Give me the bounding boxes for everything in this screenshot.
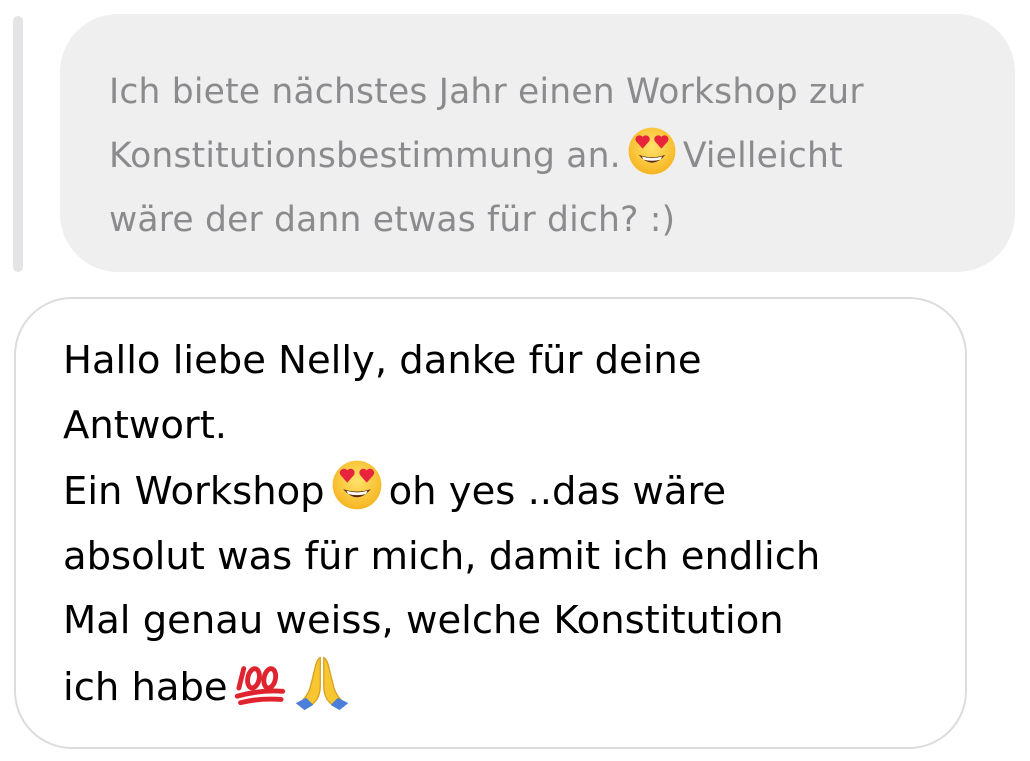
quoted-line-3: wäre der dann etwas für dich? :) — [109, 200, 676, 240]
quoted-message-bubble[interactable]: Ich biete nächstes Jahr einen Workshop z… — [60, 14, 1015, 272]
reply-paragraph-2: Ein Workshop oh yes ..das wäre absolut wa… — [63, 459, 935, 720]
reply-message-bubble[interactable]: Hallo liebe Nelly, danke für deine Antwo… — [14, 297, 967, 749]
quoted-line-2-start: Konstitutionsbestimmung an. — [109, 136, 621, 176]
quote-indicator-bar — [13, 16, 23, 272]
reply-paragraph-1: Hallo liebe Nelly, danke für deine Antwo… — [63, 338, 702, 448]
quoted-message-text: Ich biete nächstes Jahr einen Workshop z… — [109, 60, 975, 252]
heart-eyes-emoji-icon — [331, 459, 383, 511]
reply-text-rest: absolut was für mich, damit ich endlich … — [63, 533, 821, 710]
heart-eyes-emoji-icon — [627, 126, 677, 176]
quoted-line-2-end: Vielleicht — [682, 136, 843, 176]
quoted-line-1: Ich biete nächstes Jahr einen Workshop z… — [109, 72, 864, 112]
reply-text-middle: oh yes ..das wäre — [388, 469, 727, 514]
hundred-points-emoji-icon — [234, 662, 286, 706]
folded-hands-emoji-icon — [294, 654, 350, 712]
reply-text-start: Ein Workshop — [63, 469, 325, 514]
